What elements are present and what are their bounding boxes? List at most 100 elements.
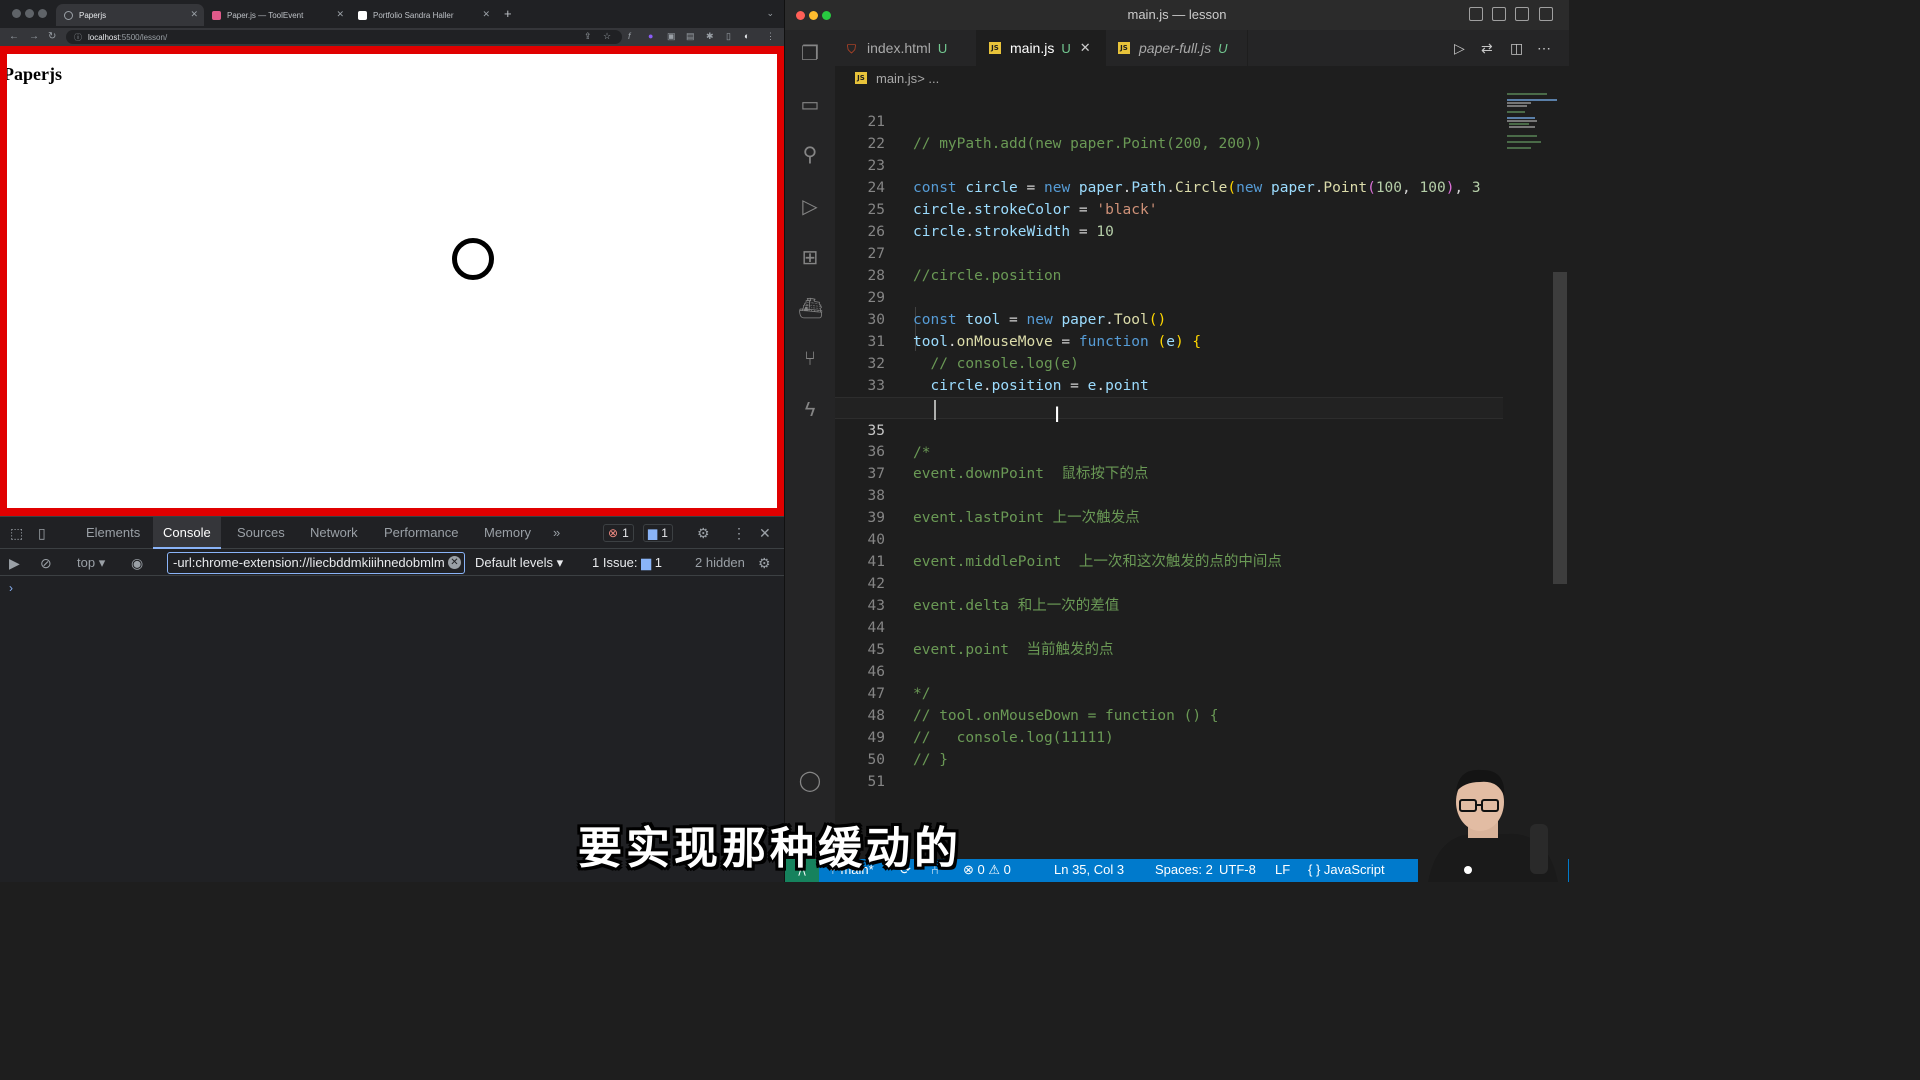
close-devtools-icon[interactable]: ✕ [759,525,771,542]
code-editor[interactable]: 21 // myPath.add(new paper.Point(200, 20… [835,89,1503,859]
language-mode[interactable]: { } JavaScript [1308,862,1385,877]
code-line: 25 circle.strokeWidth = 10 [835,177,1503,240]
clear-console-icon[interactable]: ⊘ [40,555,52,572]
extension-n-icon[interactable]: ▣ [667,31,676,42]
code-line: 46 */ [835,639,1503,702]
accounts-icon[interactable]: ◯ [798,769,822,793]
javascript-file-icon: JS [1118,42,1130,54]
issues-button[interactable]: 1 Issue: ▆ 1 [592,555,662,571]
reload-icon[interactable]: ↻ [48,31,56,42]
editor-tab-paper-full-js[interactable]: JS paper-full.js U [1106,30,1248,66]
log-levels-select[interactable]: Default levels ▾ [475,555,563,571]
tab-search-chevron-icon[interactable]: ⌄ [766,8,774,19]
more-tabs-button[interactable]: » [543,517,570,549]
ibeam-cursor-icon: I [1054,402,1061,427]
devtools-tab-network[interactable]: Network [300,517,368,549]
settings-gear-icon[interactable]: ⚙ [697,525,710,542]
devtools-tab-memory[interactable]: Memory [474,517,541,549]
close-window-button[interactable] [12,9,21,18]
paper-canvas-page[interactable]: Paperjs [7,54,777,508]
cursor-position[interactable]: Ln 35, Col 3 [1054,862,1124,877]
toggle-secondary-sidebar-icon[interactable] [1515,7,1529,21]
close-tab-icon[interactable]: ✕ [1080,40,1091,56]
indentation[interactable]: Spaces: 2 [1155,862,1213,877]
clear-filter-icon[interactable]: ✕ [448,556,461,569]
vertical-scrollbar[interactable] [1553,272,1567,584]
language-name: JavaScript [1323,862,1385,877]
extension-purple-icon[interactable]: ● [648,31,653,41]
menu-kebab-icon[interactable]: ⋮ [766,31,775,42]
extension-f-icon[interactable]: f [628,31,631,41]
devtools-tab-console[interactable]: Console [153,517,221,549]
remote-explorer-icon[interactable]: ▭ [798,93,822,117]
devtools-tab-performance[interactable]: Performance [374,517,468,549]
run-debug-icon[interactable]: ▷ [798,195,822,219]
address-bar[interactable]: ⓘ localhost :5500/lesson/ [66,30,622,44]
message-count-badge[interactable]: ▆ 1 [643,524,673,542]
device-toolbar-icon[interactable]: ▯ [38,525,46,542]
line-number: 51 [867,774,885,790]
devtools-tab-elements[interactable]: Elements [76,517,150,549]
forward-arrow-icon[interactable]: → [29,31,39,42]
close-tab-icon[interactable]: ✕ [482,9,490,20]
tab-title: Portfolio Sandra Haller [373,10,454,20]
run-play-icon[interactable]: ▷ [1454,40,1465,57]
console-prompt[interactable]: › [9,581,13,595]
page-viewport: Paperjs [0,46,784,516]
toggle-panel-icon[interactable] [1492,7,1506,21]
problems-indicator[interactable]: ⊗ 0 ⚠ 0 [963,862,1011,878]
minimize-window-button[interactable] [25,9,34,18]
editor-tab-index-html[interactable]: ⛉ index.html U [835,30,977,66]
split-editor-icon[interactable]: ◫ [1510,40,1523,57]
code-line: 33 } [835,353,1503,416]
extensions-puzzle-icon[interactable]: ✱ [706,31,714,42]
source-control-icon[interactable]: ⑂ [798,347,822,371]
customize-layout-icon[interactable] [1539,7,1553,21]
browser-window: Paperjs ✕ Paper.js — ToolEvent ✕ Portfol… [0,0,784,882]
code-line: 29 const tool = new paper.Tool() [835,265,1503,328]
lightning-icon[interactable]: ϟ [798,398,822,422]
profile-avatar-icon[interactable]: ◐ [744,31,749,41]
editor-tab-main-js[interactable]: JS main.js U ✕ [977,30,1106,66]
console-settings-gear-icon[interactable]: ⚙ [758,555,771,572]
issues-count: 1 [654,555,663,570]
tab-status: U [1061,40,1071,56]
code-line: 36 event.downPoint 鼠标按下的点 [835,419,1503,482]
console-filter-input[interactable]: -url:chrome-extension://liecbddmkiiihned… [167,552,465,574]
context-select[interactable]: top ▾ [77,555,105,571]
maximize-window-button[interactable] [38,9,47,18]
browser-tab-portfolio[interactable]: Portfolio Sandra Haller ✕ [350,4,496,26]
extension-image-icon[interactable]: ▤ [686,31,695,42]
vscode-titlebar: main.js — lesson [785,0,1569,30]
breadcrumb-symbols[interactable]: > ... [917,71,939,86]
browser-tab-paper-toolevent[interactable]: Paper.js — ToolEvent ✕ [204,4,350,26]
share-icon[interactable]: ⇪ [584,31,592,42]
extensions-icon[interactable]: ⊞ [798,246,822,270]
console-filter-bar: ▶ ⊘ top ▾ ◉ -url:chrome-extension://liec… [0,550,784,576]
new-tab-button[interactable]: + [504,6,512,21]
encoding[interactable]: UTF-8 [1219,862,1256,877]
breadcrumb-file[interactable]: main.js [876,71,917,86]
sidebar-toggle-icon[interactable]: ▶ [9,555,20,572]
info-icon[interactable]: ⓘ [74,32,82,43]
browser-tab-paperjs[interactable]: Paperjs ✕ [56,4,204,26]
toggle-sidebar-icon[interactable] [1469,7,1483,21]
back-arrow-icon[interactable]: ← [9,31,19,42]
end-of-line[interactable]: LF [1275,862,1290,877]
close-tab-icon[interactable]: ✕ [336,9,344,20]
portfolio-favicon-icon [358,10,367,20]
close-tab-icon[interactable]: ✕ [190,9,198,20]
bookmark-star-icon[interactable]: ☆ [603,31,611,42]
open-changes-icon[interactable]: ⇄ [1481,40,1493,57]
side-panel-icon[interactable]: ▯ [726,31,731,42]
explorer-files-icon[interactable]: ❐ [798,42,822,66]
docker-icon[interactable]: ⛴ [798,297,823,321]
error-count-badge[interactable]: ⊗ 1 [603,524,634,542]
inspect-element-icon[interactable]: ⬚ [10,525,23,542]
devtools-menu-icon[interactable]: ⋮ [732,525,746,542]
live-expression-eye-icon[interactable]: ◉ [131,555,143,572]
code-line: 45 [835,617,1503,658]
devtools-tab-sources[interactable]: Sources [227,517,295,549]
search-icon[interactable]: ⚲ [798,143,822,167]
more-actions-icon[interactable]: ⋯ [1537,40,1551,57]
